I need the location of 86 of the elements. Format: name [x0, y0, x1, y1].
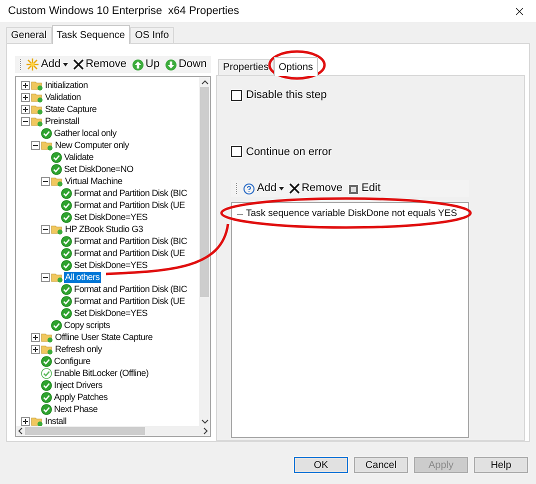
folder-icon [41, 344, 53, 354]
tree-item[interactable]: All others [64, 272, 101, 282]
checkbox-label: Disable this step [246, 88, 327, 103]
folder-icon [31, 104, 43, 114]
expand-toggle[interactable] [31, 344, 40, 354]
folder-icon [31, 116, 43, 126]
annotation-ellipse [268, 50, 326, 80]
tree-item[interactable]: Format and Partition Disk (UE [73, 296, 186, 306]
tab[interactable]: General [6, 27, 52, 43]
tab[interactable]: Task Sequence [52, 25, 130, 44]
toolbar-button[interactable]: Edit [348, 180, 381, 197]
tab[interactable]: Properties [218, 59, 274, 75]
expand-toggle[interactable] [21, 416, 30, 426]
folder-icon [51, 176, 63, 186]
tree-item[interactable]: Format and Partition Disk (UE [73, 200, 186, 210]
expand-toggle[interactable] [21, 104, 30, 114]
caret-icon [62, 62, 68, 66]
vertical-scrollbar[interactable] [199, 77, 210, 426]
caret-icon [278, 186, 284, 190]
checkbox[interactable] [231, 146, 242, 158]
up-arrow-icon [132, 58, 144, 70]
folder-icon [41, 332, 53, 342]
tree-item[interactable]: Inject Drivers [53, 380, 104, 390]
folder-icon [51, 272, 63, 282]
tree-item[interactable]: Preinstall [44, 116, 80, 126]
toolbar-button[interactable]: Down [164, 56, 207, 73]
tree-item[interactable]: HP ZBook Studio G3 [64, 224, 144, 234]
tree-item[interactable]: Validation [44, 92, 82, 102]
tree-item[interactable]: Format and Partition Disk (UE [73, 248, 186, 258]
chevron-right-icon[interactable] [203, 427, 208, 435]
tab[interactable]: OS Info [130, 27, 174, 43]
expand-toggle[interactable] [31, 332, 40, 342]
tree-item[interactable]: Format and Partition Disk (BIC [73, 188, 188, 198]
folder-icon [51, 224, 63, 234]
collapse-toggle[interactable] [41, 176, 50, 186]
chevron-left-icon[interactable] [18, 427, 23, 435]
folder-icon [31, 92, 43, 102]
edit-icon [348, 182, 360, 194]
tree-item[interactable]: State Capture [44, 104, 98, 114]
folder-icon [31, 416, 43, 426]
down-arrow-icon [164, 58, 177, 70]
dialog-button[interactable]: Help [474, 457, 528, 473]
toolbar-button[interactable]: Remove [288, 180, 343, 197]
tree-item[interactable]: Refresh only [54, 344, 103, 354]
tab[interactable]: Options [274, 57, 318, 76]
folder-icon [31, 80, 43, 90]
toolbar-button[interactable]: Remove [72, 56, 127, 73]
tree-item[interactable]: Format and Partition Disk (BIC [73, 236, 188, 246]
collapse-toggle[interactable] [41, 224, 50, 234]
tree-item[interactable]: Set DiskDone=YES [73, 212, 148, 222]
tree-item[interactable]: Set DiskDone=YES [73, 308, 148, 318]
tree-item[interactable]: New Computer only [54, 140, 130, 150]
tree-item[interactable]: Set DiskDone=NO [63, 164, 134, 174]
window-title: Custom Windows 10 Enterprise x64 Properties [8, 4, 240, 19]
collapse-toggle[interactable] [31, 140, 40, 150]
expand-toggle[interactable] [21, 92, 30, 102]
tree-item[interactable]: Copy scripts [63, 320, 111, 330]
tree-item[interactable]: Apply Patches [53, 392, 109, 402]
collapse-toggle[interactable] [41, 272, 50, 282]
help-icon [243, 182, 255, 194]
dialog-button[interactable]: OK [294, 457, 348, 473]
tree-item[interactable]: Next Phase [53, 404, 99, 414]
x-icon [72, 59, 84, 70]
tree-item[interactable]: Initialization [44, 80, 89, 90]
horizontal-scrollbar[interactable] [16, 426, 210, 436]
chevron-down-icon[interactable] [200, 418, 208, 424]
tree-item[interactable]: Gather local only [53, 128, 118, 138]
chevron-up-icon[interactable] [200, 78, 208, 86]
toolbar-button[interactable]: Up [132, 56, 160, 73]
checkbox-label: Continue on error [246, 144, 332, 160]
tree-item[interactable]: Configure [53, 356, 92, 366]
tree-item[interactable]: Validate [63, 152, 94, 162]
tree-item[interactable]: Format and Partition Disk (BIC [73, 284, 188, 294]
toolbar-button[interactable]: Add [26, 56, 68, 73]
tree-item[interactable]: Virtual Machine [64, 176, 124, 186]
toolbar-button[interactable]: Add [243, 180, 284, 197]
folder-icon [41, 140, 53, 150]
tree-item[interactable]: Offline User State Capture [54, 332, 154, 342]
tree-item[interactable]: Set DiskDone=YES [73, 260, 148, 270]
x-icon [288, 183, 300, 194]
tree-item[interactable]: Install [44, 416, 68, 426]
collapse-toggle[interactable] [21, 116, 30, 126]
checkbox[interactable] [231, 90, 242, 101]
sparkle-icon [26, 58, 39, 71]
expand-toggle[interactable] [21, 80, 30, 90]
dialog-button[interactable]: Cancel [354, 457, 408, 473]
